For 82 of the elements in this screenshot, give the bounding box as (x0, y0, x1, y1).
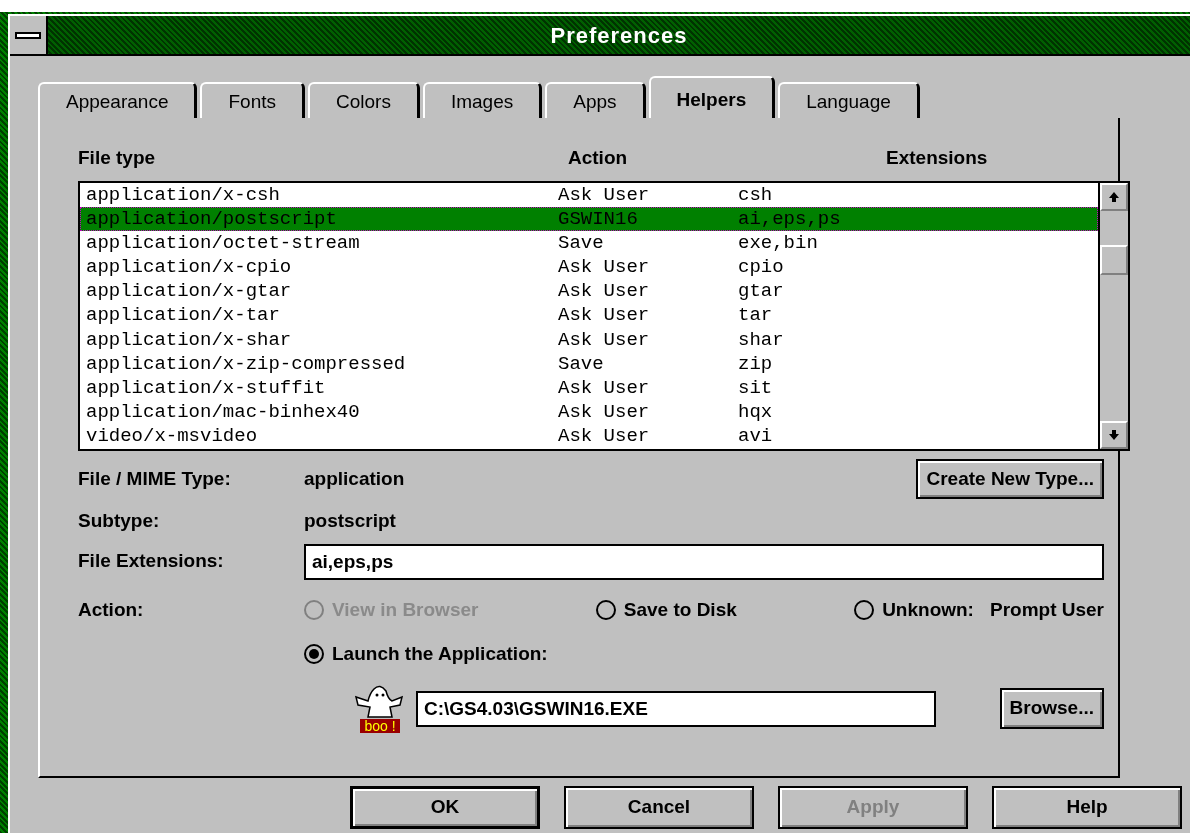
list-row[interactable]: application/postscript GSWIN16 ai,eps,ps (80, 206, 1098, 231)
list-row[interactable]: application/x-stuffit Ask User sit (80, 376, 1098, 401)
list-cell-text: zip (738, 351, 774, 376)
list-cell-text: application/x-stuffit (86, 376, 327, 401)
application-path-field[interactable]: C:\GS4.03\GSWIN16.EXE (416, 690, 936, 727)
list-cell-text: video/x-msvideo (86, 424, 259, 449)
list-cell-text: application/x-cpio (86, 255, 293, 280)
list-cell-text: Ask User (558, 400, 651, 425)
list-cell-text: application/x-shar (86, 327, 293, 352)
list-cell-text: Ask User (558, 182, 651, 207)
list-cell-text: application/mac-binhex40 (86, 400, 361, 425)
list-cell-text: Ask User (558, 279, 651, 304)
subtype-label: Subtype: (78, 509, 161, 534)
list-cell-text: Save (558, 351, 605, 376)
list-cell-text: Ask User (558, 255, 651, 280)
radio-button[interactable]: Unknown: (854, 595, 974, 625)
up-arrow-icon (1108, 190, 1120, 203)
down-arrow-icon (1108, 428, 1120, 441)
list-cell-text: Save (558, 230, 605, 256)
tab[interactable]: Appearance (38, 82, 198, 118)
list-cell-text: hqx (738, 400, 774, 425)
radio-dot[interactable] (854, 599, 875, 620)
list-row[interactable]: application/x-zip-compressed Save zip (80, 351, 1098, 376)
tab[interactable]: Images (422, 82, 543, 118)
list-row[interactable]: video/x-msvideo Ask User avi (80, 424, 1098, 449)
list-cell-text: application/x-csh (86, 182, 281, 207)
list-cell-text: application/postscript (86, 206, 338, 231)
list-cell-text: application/octet-stream (86, 230, 361, 256)
column-header: File type (78, 146, 157, 170)
list-cell-text: Ask User (558, 303, 651, 328)
mime-type-label: File / MIME Type: (78, 466, 232, 491)
window-title: Preferences (549, 21, 689, 50)
radio-button[interactable]: Launch the Application: (304, 640, 548, 669)
list-row[interactable]: application/x-shar Ask User shar (80, 327, 1098, 352)
dialog-button[interactable]: OK (350, 786, 540, 829)
list-cell-text: GSWIN16 (558, 206, 639, 231)
scroll-down-button[interactable] (1100, 420, 1128, 449)
tab[interactable]: Language (778, 82, 920, 118)
column-header: Action (568, 146, 629, 170)
dialog-button[interactable]: Cancel (564, 786, 754, 829)
column-header: Extensions (886, 146, 989, 170)
list-row[interactable]: application/x-cpio Ask User cpio (80, 255, 1098, 280)
radio-button[interactable]: Save to Disk (595, 595, 737, 625)
list-cell-text: application/x-gtar (86, 279, 293, 304)
dialog-button[interactable]: Help (992, 786, 1182, 829)
radio-dot[interactable] (304, 644, 324, 665)
scrollbar[interactable] (1098, 182, 1128, 449)
list-cell-text: shar (738, 327, 785, 352)
action-label: Action: (78, 597, 145, 622)
list-row[interactable]: application/x-tar Ask User tar (80, 303, 1098, 328)
list-cell-text: gtar (738, 279, 785, 304)
list-cell-text: cpio (738, 255, 785, 280)
tab[interactable]: Fonts (200, 82, 305, 118)
list-cell-text: Ask User (558, 376, 651, 401)
browse-button[interactable]: Browse... (999, 688, 1104, 729)
file-extensions-field[interactable]: ai,eps,ps (304, 543, 1104, 580)
list-cell-text: exe,bin (738, 230, 819, 256)
list-cell-text: tar (738, 303, 774, 328)
system-menu-button[interactable] (10, 16, 48, 54)
list-cell-text: application/x-zip-compressed (86, 351, 407, 376)
scroll-thumb[interactable] (1100, 244, 1128, 275)
list-row[interactable]: application/octet-stream Save exe,bin (80, 230, 1098, 256)
list-cell-text: sit (738, 376, 774, 401)
subtype-value: postscript (304, 509, 396, 534)
option-text: Prompt User (989, 597, 1104, 622)
file-extensions-label: File Extensions: (78, 549, 225, 574)
list-cell-text: Ask User (558, 424, 651, 449)
tab[interactable]: Helpers (648, 76, 776, 118)
list-row[interactable]: application/x-gtar Ask User gtar (80, 279, 1098, 304)
list-cell-text: application/x-tar (86, 303, 281, 328)
tab[interactable]: Colors (308, 82, 420, 118)
list-cell-text: avi (738, 424, 774, 449)
list-cell-text: csh (738, 182, 774, 207)
list-cell-text: ai,eps,ps (738, 206, 842, 231)
create-new-type-button[interactable]: Create New Type... (916, 458, 1104, 500)
scroll-up-button[interactable] (1100, 182, 1128, 211)
list-row[interactable]: application/x-csh Ask User csh (80, 182, 1098, 207)
radio-dot[interactable] (595, 599, 616, 620)
tab[interactable]: Apps (545, 82, 646, 118)
list-row[interactable]: application/mac-binhex40 Ask User hqx (80, 400, 1098, 425)
mime-type-value: application (304, 466, 406, 491)
list-cell-text: Ask User (558, 327, 651, 352)
